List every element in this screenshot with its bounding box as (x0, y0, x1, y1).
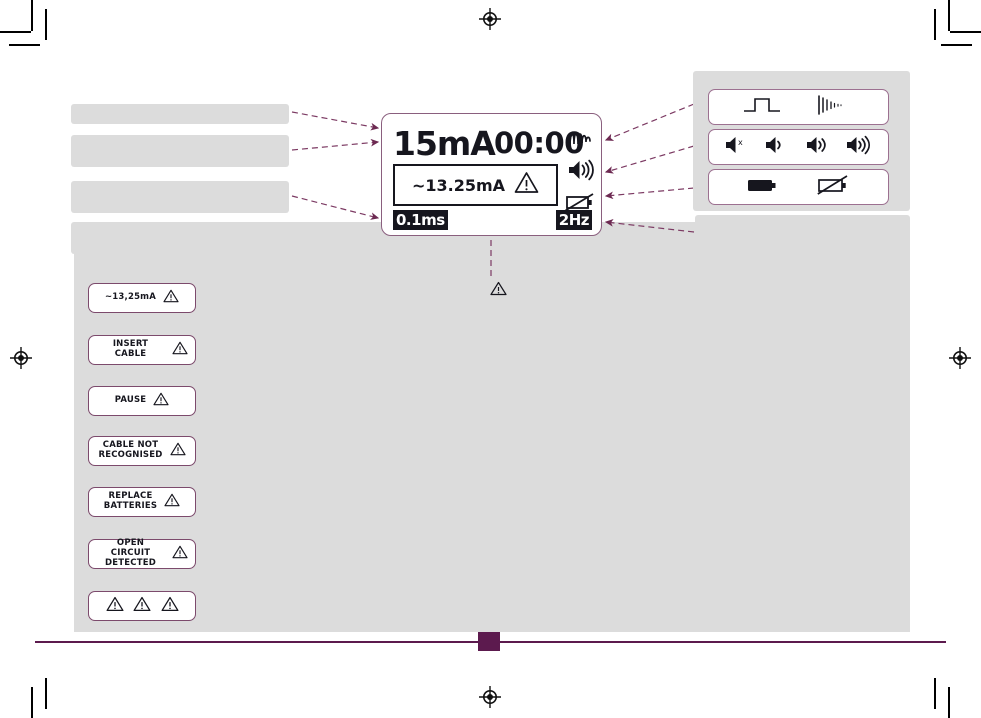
warning-triangle-icon (169, 442, 186, 461)
warning-triangle-icon (105, 596, 124, 617)
svg-text:x: x (738, 138, 743, 147)
footer-block-mark (478, 632, 500, 651)
badge-cable-not-recognised[interactable]: CABLE NOT RECOGNISED (88, 436, 196, 466)
warning-triangle-icon (514, 171, 539, 199)
registration-mark-left (10, 347, 32, 369)
warning-triangle-icon (133, 596, 151, 617)
waveform-icon (567, 123, 595, 154)
registration-mark-top (479, 8, 501, 30)
lcd-reading-box: ~13.25mA (393, 164, 558, 206)
crop-mark-tl-v (31, 0, 33, 31)
crop-mark-tr-v (948, 0, 950, 31)
crop-mark-tl-v2 (45, 9, 47, 40)
badge-insert-cable[interactable]: INSERT CABLE (88, 335, 196, 365)
badge-current-reading[interactable]: ~13,25mA (88, 283, 196, 313)
lcd-reading-value: ~13.25mA (411, 175, 506, 195)
crop-mark-br-v2 (934, 678, 936, 709)
badge-replace-batteries[interactable]: REPLACE BATTERIES (88, 487, 196, 517)
battery-empty-icon (565, 192, 595, 217)
lcd-amplitude-value: 15mA (393, 124, 496, 163)
battery-full-icon[interactable] (746, 175, 780, 200)
caption-bar-right (695, 215, 910, 245)
crop-mark-tr-v2 (934, 9, 936, 40)
legend-panel: x (693, 71, 910, 211)
crop-mark-bl-v (31, 687, 33, 718)
caption-bar-1 (71, 104, 289, 124)
battery-empty-icon[interactable] (817, 174, 851, 201)
speaker-mute-icon[interactable]: x (724, 134, 750, 161)
registration-mark-bottom (479, 686, 501, 708)
warning-triangle-icon (160, 596, 179, 617)
warning-triangle-icon (153, 392, 169, 411)
crop-mark-tl-h (0, 31, 31, 33)
speaker-volume-icon (567, 158, 595, 187)
speaker-medium-icon[interactable] (805, 134, 831, 161)
damped-waveform-icon[interactable] (815, 93, 855, 122)
caption-bar-2 (71, 135, 289, 167)
badge-pause[interactable]: PAUSE (88, 386, 196, 416)
lcd-pulse-width-value: 0.1ms (393, 210, 448, 230)
standalone-warning-icon (490, 281, 507, 301)
lcd-display: 15mA 00:00 ~13.25mA 0.1ms 2Hz (381, 113, 602, 236)
speaker-high-icon[interactable] (845, 134, 873, 161)
caption-bar-4 (71, 222, 289, 254)
caption-bar-3 (71, 181, 289, 213)
square-pulse-icon[interactable] (742, 94, 782, 121)
registration-mark-right (949, 347, 971, 369)
warning-triangle-icon (164, 493, 180, 512)
legend-box-volume-levels: x (708, 129, 889, 165)
speaker-low-icon[interactable] (764, 134, 790, 161)
legend-box-battery-states (708, 169, 889, 205)
warning-triangle-icon (163, 289, 179, 308)
crop-mark-br-v (948, 687, 950, 718)
badge-label: REPLACE BATTERIES (103, 491, 158, 511)
legend-box-waveform-modes (708, 89, 889, 125)
crop-mark-tr-h2 (941, 44, 972, 46)
badge-open-circuit-detected[interactable]: OPEN CIRCUIT DETECTED (88, 539, 196, 569)
crop-mark-bl-v2 (45, 678, 47, 709)
badge-label: CABLE NOT RECOGNISED (98, 440, 163, 460)
crop-mark-tl-h2 (9, 44, 40, 46)
warning-triangle-icon (172, 341, 188, 360)
badge-label: PAUSE (114, 395, 147, 406)
crop-mark-tr-h (950, 31, 981, 33)
warning-triangle-icon (172, 545, 188, 564)
badge-warning-triple[interactable] (88, 591, 196, 621)
badge-label: INSERT CABLE (112, 339, 149, 359)
badge-label: ~13,25mA (104, 292, 157, 303)
badge-label: OPEN CIRCUIT DETECTED (105, 538, 156, 568)
